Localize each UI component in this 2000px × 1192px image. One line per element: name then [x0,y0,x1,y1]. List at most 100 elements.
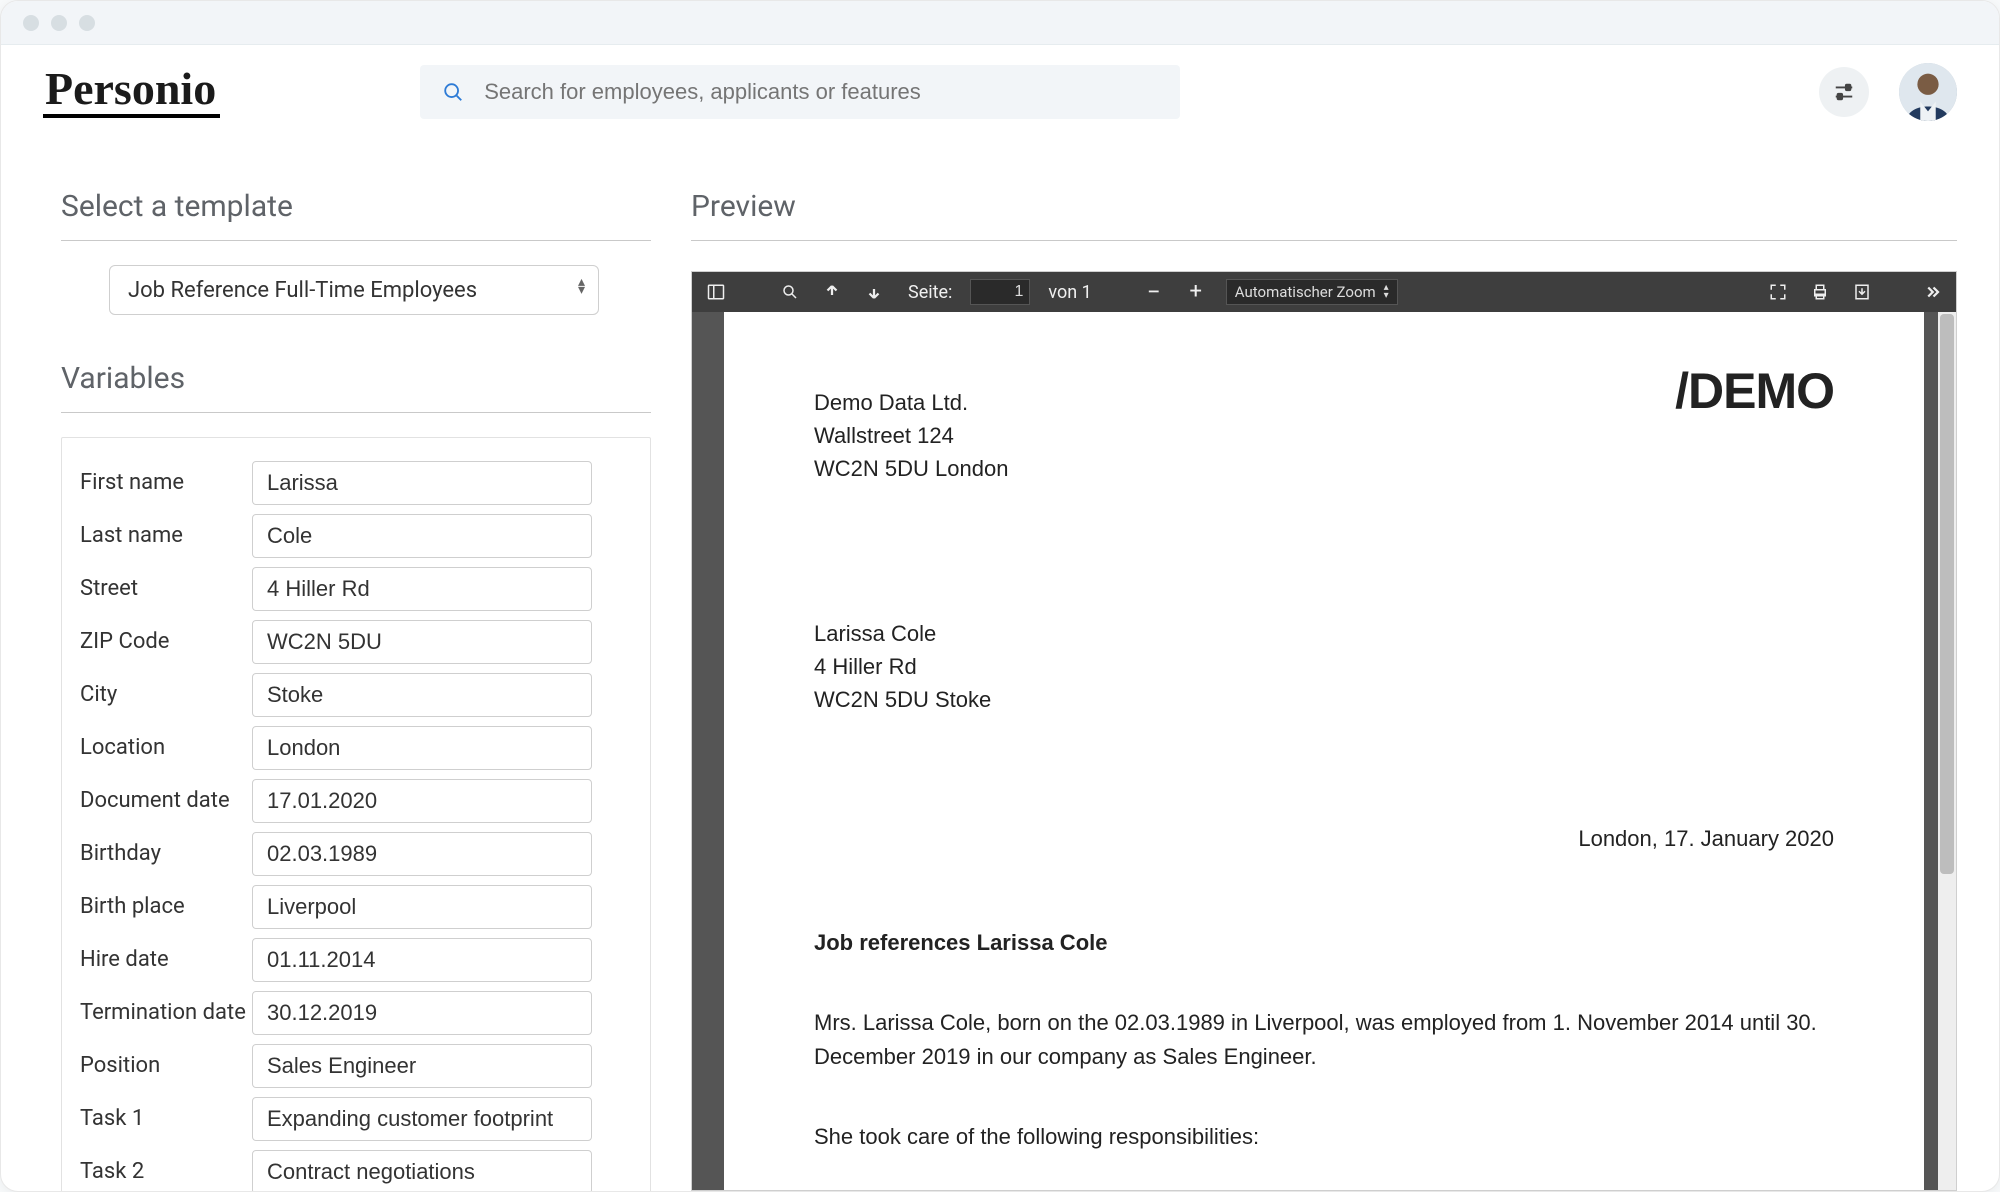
variable-row: Task 2 [62,1145,650,1192]
next-page-icon[interactable] [862,280,886,304]
template-select[interactable]: Job Reference Full-Time Employees ▴▾ [109,265,599,315]
print-icon[interactable] [1808,280,1832,304]
variable-row: Position [62,1039,650,1092]
prev-page-icon[interactable] [820,280,844,304]
variables-heading: Variables [61,361,651,396]
zoom-out-icon[interactable]: − [1142,280,1166,304]
variable-row: Hire date [62,933,650,986]
variable-input[interactable] [252,938,592,982]
body-paragraph: She took care of the following responsib… [814,1124,1834,1150]
pdf-toolbar: Seite: von 1 − + Automatischer Zoom ▴▾ [692,272,1956,312]
recipient-line: WC2N 5DU Stoke [814,683,1834,716]
variable-input[interactable] [252,1097,592,1141]
variable-input[interactable] [252,514,592,558]
variable-row: Street [62,562,650,615]
variable-label: Birth place [62,894,252,919]
variable-input[interactable] [252,1044,592,1088]
variable-label: Hire date [62,947,252,972]
variable-row: Termination date [62,986,650,1039]
recipient-line: Larissa Cole [814,617,1834,650]
divider [61,412,651,413]
more-tools-icon[interactable] [1920,280,1944,304]
user-avatar[interactable] [1899,63,1957,121]
variable-row: Last name [62,509,650,562]
sidebar-toggle-icon[interactable] [704,280,728,304]
window-max-dot[interactable] [79,15,95,31]
page-total-label: von 1 [1048,282,1091,303]
search-icon [442,81,464,103]
brand-logo[interactable]: Personio [43,66,220,118]
pdf-page: /DEMO Demo Data Ltd. Wallstreet 124 WC2N… [724,312,1924,1190]
variable-label: ZIP Code [62,629,252,654]
variable-row: Location [62,721,650,774]
variable-label: Position [62,1053,252,1078]
company-line: Wallstreet 124 [814,419,1834,452]
variable-input[interactable] [252,567,592,611]
variable-input[interactable] [252,779,592,823]
select-template-heading: Select a template [61,189,651,224]
preview-heading: Preview [691,189,1957,224]
zoom-select-value: Automatischer Zoom [1235,283,1376,301]
variable-input[interactable] [252,991,592,1035]
body-paragraph: Mrs. Larissa Cole, born on the 02.03.198… [814,1006,1834,1074]
variable-input[interactable] [252,461,592,505]
variable-label: Task 2 [62,1159,252,1184]
dateline: London, 17. January 2020 [814,826,1834,852]
chevron-updown-icon: ▴▾ [1384,284,1389,300]
variable-row: City [62,668,650,721]
variable-row: First name [62,456,650,509]
pdf-page-area[interactable]: /DEMO Demo Data Ltd. Wallstreet 124 WC2N… [692,312,1956,1190]
global-search[interactable] [420,65,1180,119]
select-caret-icon: ▴▾ [578,282,585,298]
app-window: Personio Select a template [0,0,2000,1192]
demo-watermark: /DEMO [1675,362,1834,420]
variable-row: Task 1 [62,1092,650,1145]
search-input[interactable] [482,78,1158,106]
variable-label: City [62,682,252,707]
recipient-line: 4 Hiller Rd [814,650,1834,683]
variable-label: First name [62,470,252,495]
variable-input[interactable] [252,620,592,664]
company-line: WC2N 5DU London [814,452,1834,485]
presentation-icon[interactable] [1766,280,1790,304]
download-icon[interactable] [1850,280,1874,304]
page-number-input[interactable] [970,279,1030,305]
window-controls [23,15,95,31]
window-min-dot[interactable] [51,15,67,31]
zoom-in-icon[interactable]: + [1184,280,1208,304]
zoom-select[interactable]: Automatischer Zoom ▴▾ [1226,279,1398,305]
document-subject: Job references Larissa Cole [814,930,1834,956]
variable-input[interactable] [252,885,592,929]
variable-row: Document date [62,774,650,827]
variable-label: Termination date [62,1000,252,1025]
pdf-scrollbar[interactable] [1938,312,1956,1190]
variable-input[interactable] [252,832,592,876]
variables-card: First name Last name Street ZIP Code City Loc… [61,437,651,1192]
scrollbar-thumb[interactable] [1940,314,1954,874]
variable-label: Document date [62,788,252,813]
left-panel: Select a template Job Reference Full-Tim… [61,139,691,1191]
variable-row: Birthday [62,827,650,880]
pdf-viewer: Seite: von 1 − + Automatischer Zoom ▴▾ [691,271,1957,1191]
variable-label: Last name [62,523,252,548]
right-panel: Preview Seite: [691,139,1957,1191]
divider [61,240,651,241]
variable-row: Birth place [62,880,650,933]
recipient-block: Larissa Cole 4 Hiller Rd WC2N 5DU Stoke [814,617,1834,716]
top-bar: Personio [1,45,1999,139]
variable-label: Street [62,576,252,601]
variable-input[interactable] [252,1150,592,1192]
variable-input[interactable] [252,726,592,770]
sliders-icon [1833,81,1855,103]
find-icon[interactable] [778,280,802,304]
variable-row: ZIP Code [62,615,650,668]
divider [691,240,1957,241]
settings-button[interactable] [1819,67,1869,117]
variable-label: Task 1 [62,1106,252,1131]
variable-label: Birthday [62,841,252,866]
page-label: Seite: [908,282,952,303]
window-close-dot[interactable] [23,15,39,31]
variable-input[interactable] [252,673,592,717]
variable-label: Location [62,735,252,760]
template-select-value: Job Reference Full-Time Employees [128,278,477,303]
